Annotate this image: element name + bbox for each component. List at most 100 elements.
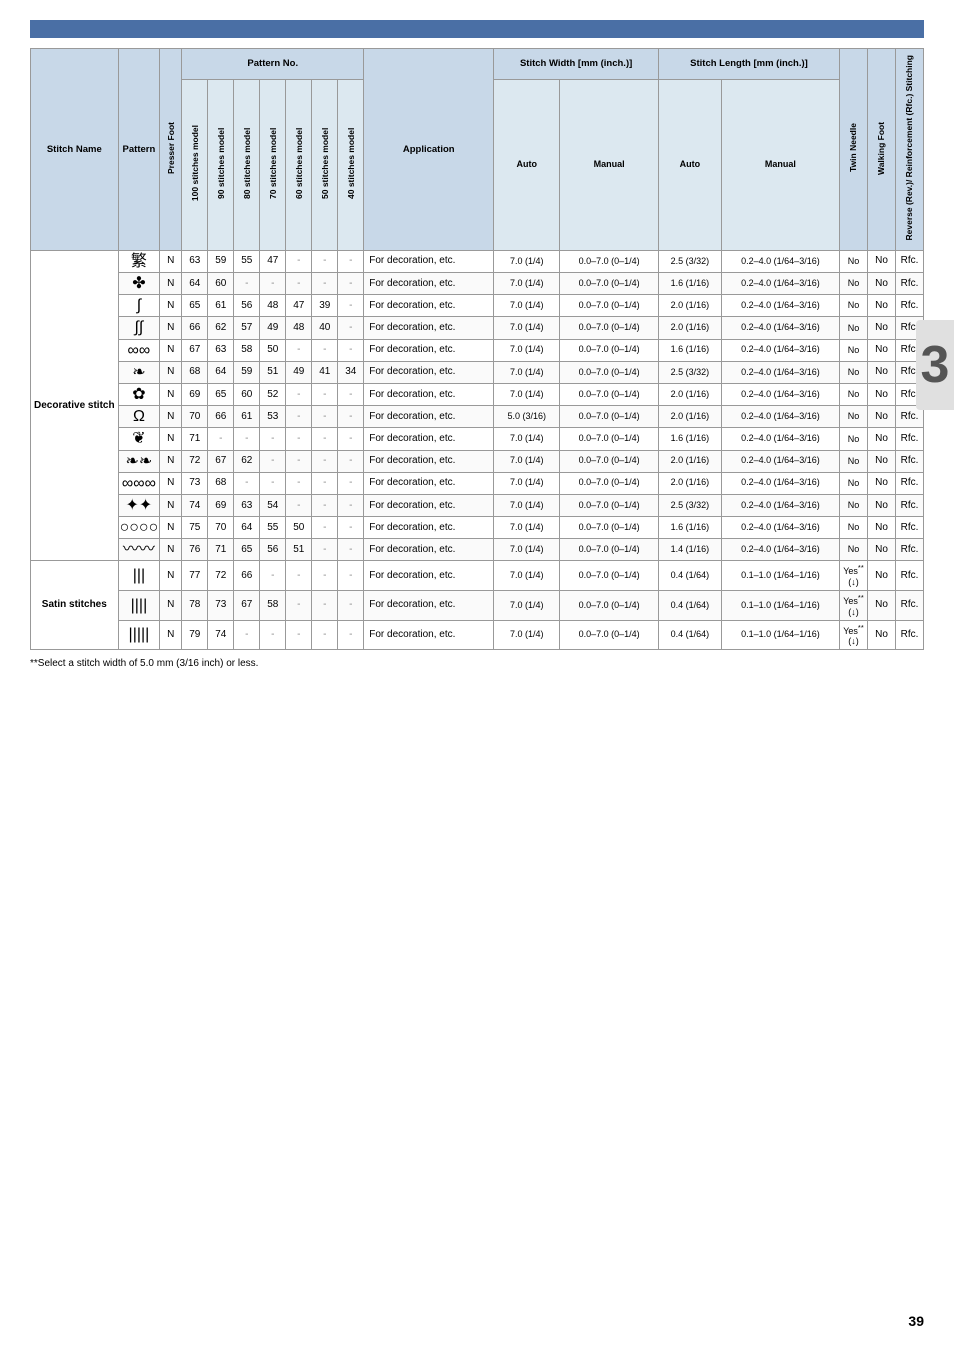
application-cell: For decoration, etc.: [364, 561, 494, 591]
width-manual-header: Manual: [560, 79, 659, 250]
p60-cell: -: [286, 406, 312, 428]
length-auto-cell: 2.5 (3/32): [658, 494, 721, 516]
p40-cell: -: [338, 250, 364, 272]
p100-cell: 65: [182, 295, 208, 317]
p90-cell: 59: [208, 250, 234, 272]
walking-foot-cell: No: [868, 273, 896, 295]
walking-foot-cell: No: [868, 406, 896, 428]
p60-cell: -: [286, 591, 312, 621]
table-row: ❧❧N726762----For decoration, etc.7.0 (1/…: [31, 450, 924, 472]
application-cell: For decoration, etc.: [364, 406, 494, 428]
reverse-cell: Rfc.: [896, 450, 924, 472]
twin-needle-cell: Yes** (↓): [840, 561, 868, 591]
width-auto-cell: 7.0 (1/4): [494, 591, 560, 621]
p70-cell: 53: [260, 406, 286, 428]
width-auto-cell: 7.0 (1/4): [494, 273, 560, 295]
p50-cell: -: [312, 428, 338, 450]
presser-foot-cell: N: [160, 383, 182, 405]
p40-cell: -: [338, 494, 364, 516]
p90-cell: 65: [208, 383, 234, 405]
p80-cell: -: [234, 428, 260, 450]
p60-cell: -: [286, 339, 312, 361]
stitch-name-header: Stitch Name: [31, 49, 119, 251]
width-auto-cell: 7.0 (1/4): [494, 295, 560, 317]
p90-cell: 67: [208, 450, 234, 472]
length-auto-cell: 1.6 (1/16): [658, 517, 721, 539]
p60-cell: 50: [286, 517, 312, 539]
width-manual-cell: 0.0–7.0 (0–1/4): [560, 250, 659, 272]
width-auto-cell: 7.0 (1/4): [494, 539, 560, 561]
table-row: 〰〰N7671655651--For decoration, etc.7.0 (…: [31, 539, 924, 561]
application-cell: For decoration, etc.: [364, 250, 494, 272]
twin-needle-cell: No: [840, 295, 868, 317]
p40-cell: 34: [338, 361, 364, 383]
width-manual-cell: 0.0–7.0 (0–1/4): [560, 539, 659, 561]
twin-needle-header: Twin Needle: [840, 49, 868, 251]
length-auto-cell: 2.5 (3/32): [658, 250, 721, 272]
table-row: ∞∞N67635850---For decoration, etc.7.0 (1…: [31, 339, 924, 361]
p80-cell: -: [234, 472, 260, 494]
footnote: **Select a stitch width of 5.0 mm (3/16 …: [30, 658, 924, 669]
p100-cell: 63: [182, 250, 208, 272]
p80-cell: 62: [234, 450, 260, 472]
application-cell: For decoration, etc.: [364, 383, 494, 405]
twin-needle-cell: Yes** (↓): [840, 591, 868, 621]
length-auto-cell: 2.0 (1/16): [658, 383, 721, 405]
width-manual-cell: 0.0–7.0 (0–1/4): [560, 383, 659, 405]
pattern-symbol-cell: Ω: [118, 406, 160, 428]
p70-cell: 50: [260, 339, 286, 361]
p40-cell: -: [338, 561, 364, 591]
p70-cell: -: [260, 561, 286, 591]
p50-cell: -: [312, 450, 338, 472]
width-auto-cell: 7.0 (1/4): [494, 361, 560, 383]
presser-foot-cell: N: [160, 250, 182, 272]
length-auto-cell: 1.6 (1/16): [658, 428, 721, 450]
twin-needle-cell: No: [840, 428, 868, 450]
application-cell: For decoration, etc.: [364, 273, 494, 295]
p70-cell: 55: [260, 517, 286, 539]
reverse-cell: Rfc.: [896, 591, 924, 621]
walking-foot-cell: No: [868, 517, 896, 539]
presser-foot-cell: N: [160, 539, 182, 561]
reverse-cell: Rfc.: [896, 250, 924, 272]
p60-cell: -: [286, 472, 312, 494]
width-auto-header: Auto: [494, 79, 560, 250]
table-row: ✦✦N74696354---For decoration, etc.7.0 (1…: [31, 494, 924, 516]
reverse-cell: Rfc.: [896, 273, 924, 295]
reverse-cell: Rfc.: [896, 472, 924, 494]
presser-foot-cell: N: [160, 450, 182, 472]
p100-cell: 75: [182, 517, 208, 539]
twin-needle-cell: No: [840, 317, 868, 339]
p70-cell: 51: [260, 361, 286, 383]
p50-cell: -: [312, 539, 338, 561]
width-auto-cell: 7.0 (1/4): [494, 250, 560, 272]
p40-cell: -: [338, 317, 364, 339]
width-auto-cell: 7.0 (1/4): [494, 494, 560, 516]
page-container: 3 Stitch Name Pattern Presser Foot Patte…: [0, 0, 954, 1349]
pattern-symbol-cell: ∫∫: [118, 317, 160, 339]
table-row: ∞∞∞N7368-----For decoration, etc.7.0 (1/…: [31, 472, 924, 494]
col-90-header: 90 stitches model: [208, 79, 234, 250]
p70-cell: 47: [260, 250, 286, 272]
presser-foot-cell: N: [160, 317, 182, 339]
width-auto-cell: 7.0 (1/4): [494, 450, 560, 472]
p80-cell: 57: [234, 317, 260, 339]
walking-foot-cell: No: [868, 494, 896, 516]
p40-cell: -: [338, 273, 364, 295]
p60-cell: 49: [286, 361, 312, 383]
table-row: ✤N6460-----For decoration, etc.7.0 (1/4)…: [31, 273, 924, 295]
stitch-table: Stitch Name Pattern Presser Foot Pattern…: [30, 48, 924, 650]
length-auto-cell: 2.0 (1/16): [658, 295, 721, 317]
p90-cell: 74: [208, 620, 234, 650]
length-auto-cell: 2.0 (1/16): [658, 450, 721, 472]
p90-cell: 64: [208, 361, 234, 383]
reverse-cell: Rfc.: [896, 561, 924, 591]
p40-cell: -: [338, 472, 364, 494]
application-cell: For decoration, etc.: [364, 494, 494, 516]
width-auto-cell: 7.0 (1/4): [494, 472, 560, 494]
application-cell: For decoration, etc.: [364, 450, 494, 472]
width-manual-cell: 0.0–7.0 (0–1/4): [560, 472, 659, 494]
p90-cell: 72: [208, 561, 234, 591]
p90-cell: 71: [208, 539, 234, 561]
p40-cell: -: [338, 539, 364, 561]
